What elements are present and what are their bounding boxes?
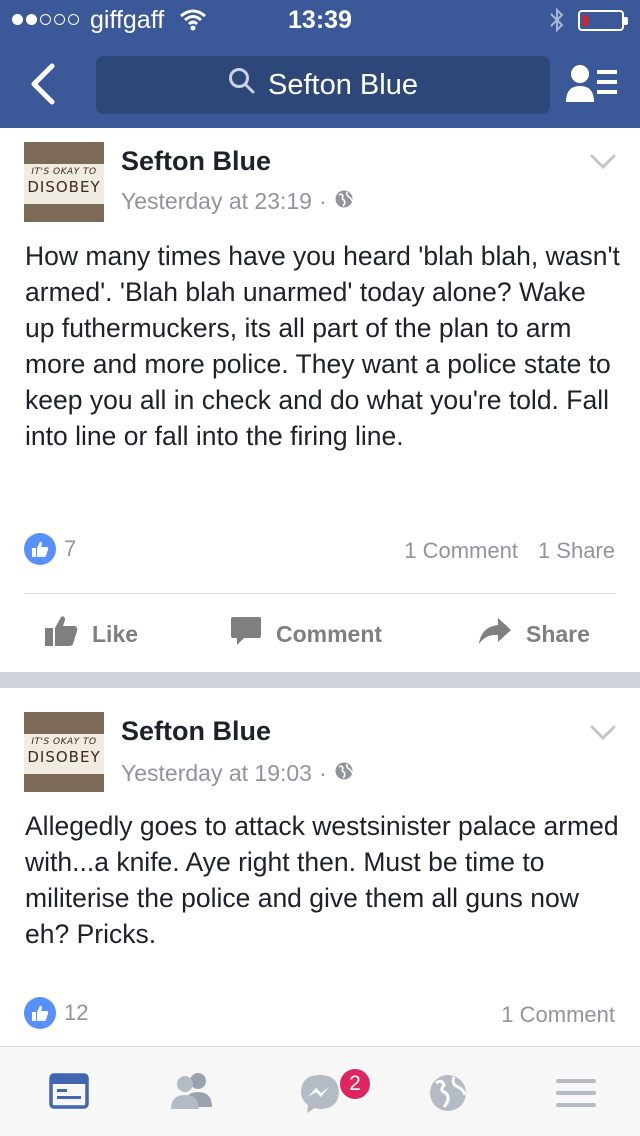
feed-post: IT'S OKAY TO DISOBEY Sefton Blue Yesterd…	[0, 688, 640, 1046]
post-action-bar: Like Comment Share	[0, 604, 640, 664]
reactions-summary[interactable]: 7	[24, 533, 76, 565]
menu-icon[interactable]	[546, 1069, 606, 1121]
avatar-sign-line-2: DISOBEY	[27, 748, 101, 766]
globe-icon	[334, 760, 354, 787]
meta-separator: ·	[318, 188, 327, 214]
comment-count[interactable]: 1 Comment	[404, 538, 518, 564]
chevron-down-icon[interactable]	[590, 154, 616, 170]
chevron-down-icon[interactable]	[590, 725, 616, 741]
comment-bubble-icon	[230, 615, 262, 653]
engagement-counts: 1 Comment 1 Share	[404, 538, 615, 564]
avatar[interactable]: IT'S OKAY TO DISOBEY	[24, 712, 104, 792]
post-meta: Yesterday at 23:19 ·	[121, 188, 354, 215]
clock: 13:39	[288, 6, 352, 34]
back-chevron-icon[interactable]	[22, 60, 66, 108]
globe-icon	[334, 188, 354, 215]
post-body-text: Allegedly goes to attack westsinister pa…	[25, 811, 619, 949]
avatar-sign-line-2: DISOBEY	[27, 178, 101, 196]
comment-button-label: Comment	[276, 620, 383, 647]
bluetooth-icon	[548, 7, 566, 40]
battery-icon	[578, 10, 628, 31]
facebook-app-screen: giffgaff 13:39 Sefton Blue IT'S OKAY TO …	[0, 0, 640, 1136]
status-bar: giffgaff 13:39	[0, 0, 640, 40]
post-body-text: How many times have you heard 'blah blah…	[25, 241, 620, 451]
share-button-label: Share	[526, 620, 590, 647]
search-field[interactable]: Sefton Blue	[96, 56, 550, 114]
search-query-text: Sefton Blue	[268, 68, 418, 101]
bottom-tab-bar: 2	[0, 1046, 640, 1136]
feed-post: IT'S OKAY TO DISOBEY Sefton Blue Yesterd…	[0, 128, 640, 672]
thumbs-up-icon	[24, 997, 56, 1029]
thumbs-up-icon	[24, 533, 56, 565]
post-timestamp[interactable]: Yesterday at 19:03	[121, 760, 312, 787]
post-separator	[0, 672, 640, 688]
share-count[interactable]: 1 Share	[538, 538, 615, 564]
messenger-unread-badge: 2	[338, 1067, 372, 1101]
like-button-label: Like	[92, 620, 139, 647]
friends-list-icon[interactable]	[566, 62, 618, 106]
news-feed: IT'S OKAY TO DISOBEY Sefton Blue Yesterd…	[0, 128, 640, 1046]
notifications-globe-icon[interactable]	[418, 1069, 478, 1121]
avatar[interactable]: IT'S OKAY TO DISOBEY	[24, 142, 104, 222]
reactions-summary[interactable]: 12	[24, 997, 88, 1029]
avatar-sign-line-1: IT'S OKAY TO	[31, 737, 97, 747]
post-author-name[interactable]: Sefton Blue	[121, 716, 271, 747]
comment-button[interactable]: Comment	[230, 604, 382, 664]
like-count: 12	[64, 1000, 89, 1025]
share-arrow-icon	[478, 617, 512, 651]
engagement-counts: 1 Comment	[501, 1002, 615, 1028]
post-meta: Yesterday at 19:03 ·	[121, 760, 354, 787]
divider	[24, 593, 616, 594]
meta-separator: ·	[318, 760, 327, 786]
post-timestamp[interactable]: Yesterday at 23:19	[121, 188, 312, 215]
post-author-name[interactable]: Sefton Blue	[121, 146, 271, 177]
like-count: 7	[64, 536, 77, 561]
share-button[interactable]: Share	[478, 604, 590, 664]
search-icon	[228, 67, 256, 103]
news-feed-icon[interactable]	[40, 1069, 100, 1121]
top-navigation-bar: Sefton Blue	[0, 40, 640, 128]
comment-count[interactable]: 1 Comment	[501, 1002, 615, 1028]
thumbs-up-icon	[44, 615, 78, 653]
friend-requests-icon[interactable]	[162, 1069, 222, 1121]
like-button[interactable]: Like	[44, 604, 138, 664]
avatar-sign-line-1: IT'S OKAY TO	[31, 167, 97, 177]
